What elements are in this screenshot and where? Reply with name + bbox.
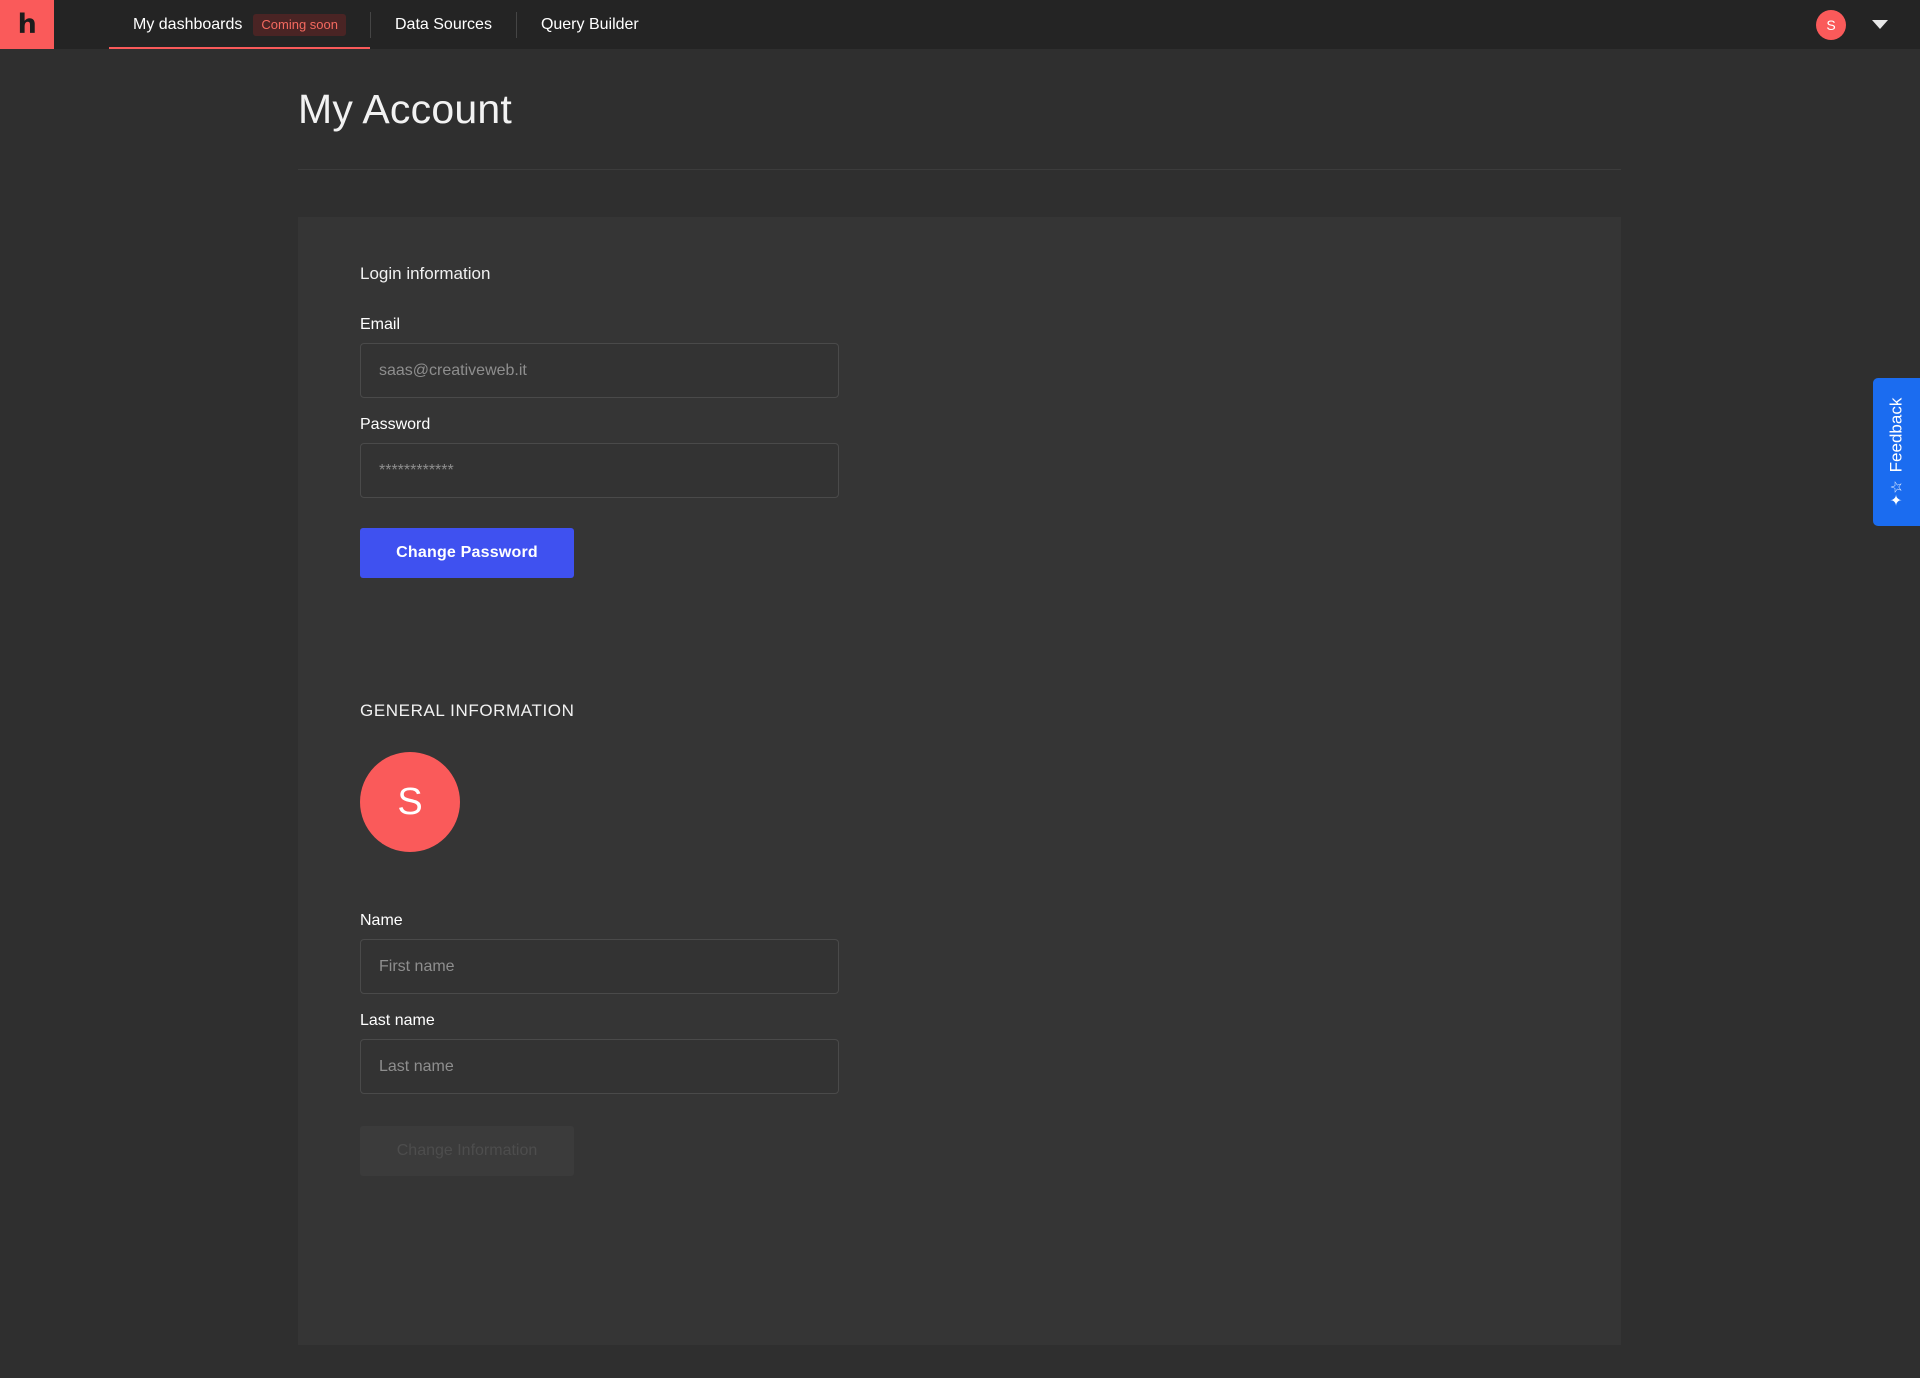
tab-query-builder-label: Query Builder [540,15,639,33]
email-label: Email [360,316,401,333]
chevron-down-icon[interactable] [1872,20,1888,29]
tab-query-builder[interactable]: Query Builder [517,0,663,49]
feedback-tab[interactable]: ✦☆ Feedback [1873,378,1920,526]
name-label: Name [360,912,403,929]
tab-my-dashboards-label: My dashboards [133,15,243,33]
logo-h-icon: h [17,9,37,40]
first-name-input[interactable] [360,939,839,994]
login-information-heading: Login information [360,264,491,283]
nav-tab-list: My dashboards Coming soon Data Sources Q… [109,0,663,49]
app-logo[interactable]: h [0,0,54,49]
user-avatar-large[interactable]: S [360,752,460,852]
last-name-input[interactable] [360,1039,839,1094]
nav-right-group: S [1816,0,1920,49]
title-divider [298,169,1621,170]
tab-data-sources[interactable]: Data Sources [371,0,516,49]
change-information-button[interactable]: Change Information [360,1126,574,1176]
email-input[interactable] [360,343,839,398]
page-body: My Account Login information Email Passw… [0,49,1920,1378]
last-name-label: Last name [360,1012,435,1029]
top-navigation-bar: h My dashboards Coming soon Data Sources… [0,0,1920,49]
password-label: Password [360,416,431,433]
coming-soon-badge: Coming soon [253,13,346,36]
feedback-tab-content: ✦☆ Feedback [1887,398,1907,507]
page-title: My Account [298,86,512,132]
account-card-content: Login information Email Password Change … [298,217,1621,1176]
general-information-heading: GENERAL INFORMATION [360,701,575,720]
password-input[interactable] [360,443,839,498]
account-card: Login information Email Password Change … [298,217,1621,1345]
change-password-button[interactable]: Change Password [360,528,574,578]
feedback-tab-label: Feedback [1886,397,1906,473]
tab-data-sources-label: Data Sources [395,15,492,33]
tab-my-dashboards[interactable]: My dashboards Coming soon [109,0,370,49]
star-sparkle-icon: ✦☆ [1888,480,1905,507]
user-avatar-small[interactable]: S [1816,9,1846,40]
